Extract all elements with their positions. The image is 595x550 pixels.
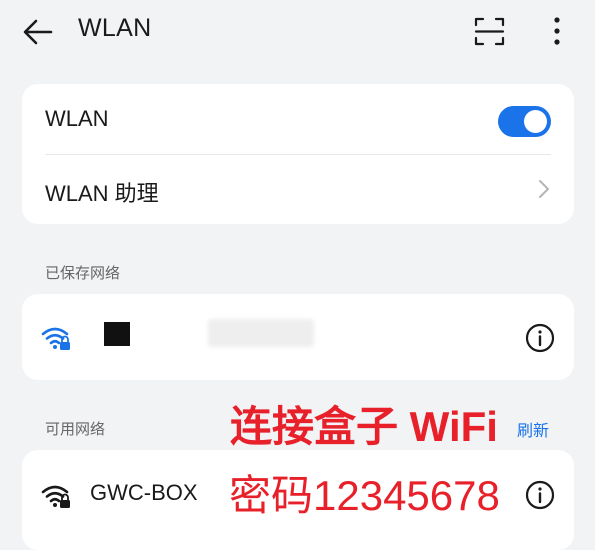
available-networks-section-label: 可用网络 (45, 421, 106, 438)
info-icon[interactable] (525, 323, 555, 353)
wlan-assistant-label: WLAN 助理 (45, 181, 159, 206)
page-title: WLAN (78, 14, 152, 42)
wifi-locked-icon (41, 327, 70, 350)
wlan-toggle-label: WLAN (45, 106, 109, 131)
wlan-toggle-row[interactable]: WLAN (22, 84, 574, 154)
network-name: GWC-BOX (90, 480, 198, 505)
blurred-network-status (208, 319, 314, 347)
chevron-right-icon (539, 180, 549, 198)
arrow-left-icon[interactable] (22, 18, 54, 46)
scan-icon[interactable] (474, 16, 505, 47)
wlan-assistant-row[interactable]: WLAN 助理 (22, 154, 574, 224)
saved-networks-section-label: 已保存网络 (45, 265, 121, 282)
annotation-password: 密码12345678 (229, 472, 500, 519)
info-icon[interactable] (525, 480, 555, 510)
redacted-network-name (104, 322, 130, 346)
toggle-knob (524, 110, 547, 133)
wifi-locked-icon (41, 485, 70, 508)
annotation-connect-instruction: 连接盒子 WiFi (230, 403, 498, 450)
top-app-bar: WLAN (0, 0, 595, 64)
wlan-settings-card: WLAN WLAN 助理 (22, 84, 574, 224)
more-vertical-icon[interactable] (548, 16, 566, 46)
refresh-button[interactable]: 刷新 (517, 417, 549, 441)
saved-network-row[interactable] (22, 294, 574, 380)
wlan-toggle-switch[interactable] (498, 106, 551, 137)
